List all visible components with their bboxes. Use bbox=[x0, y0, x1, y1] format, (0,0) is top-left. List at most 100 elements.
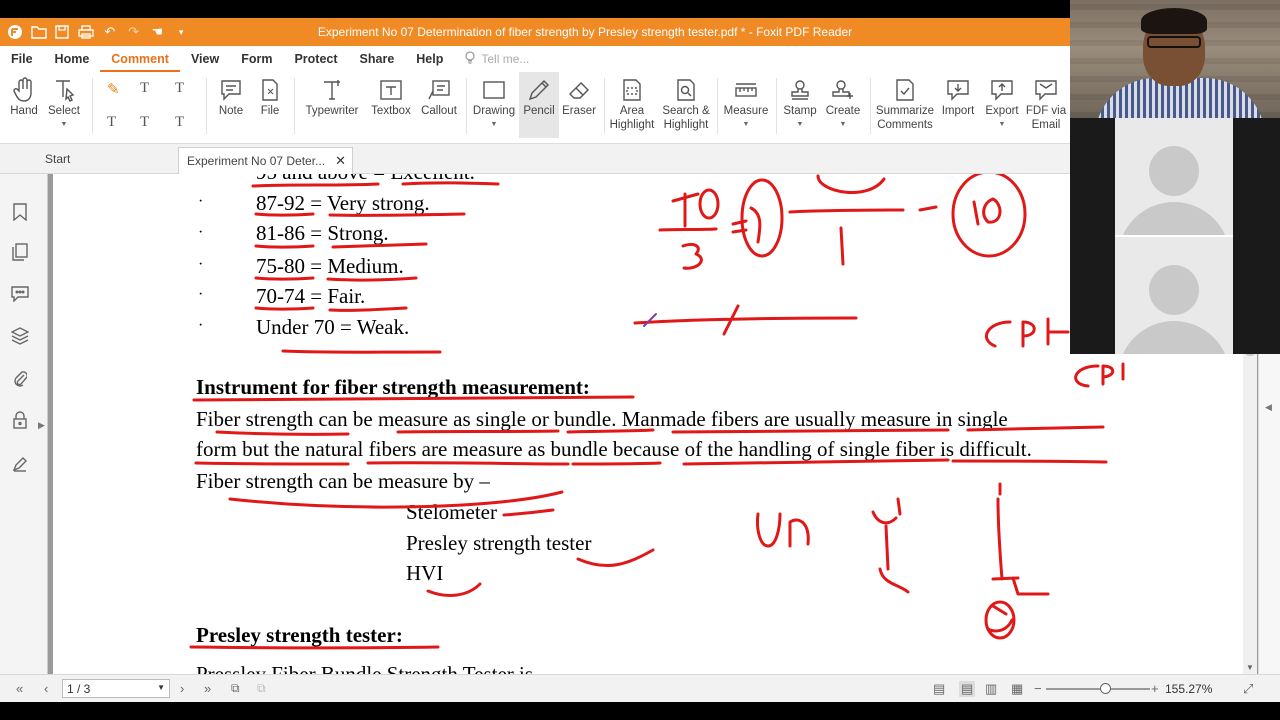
first-page-icon[interactable]: « bbox=[16, 681, 23, 696]
next-page-icon[interactable]: › bbox=[180, 681, 184, 696]
tab-form[interactable]: Form bbox=[230, 46, 283, 72]
continuous-facing-icon[interactable]: ▦ bbox=[1011, 681, 1023, 697]
squiggly-text-icon[interactable]: T bbox=[107, 114, 116, 131]
callout-icon bbox=[427, 76, 451, 104]
fdf-email-icon bbox=[1034, 76, 1058, 104]
stamp-button[interactable]: Stamp ▼ bbox=[780, 76, 820, 132]
ruler-icon bbox=[734, 76, 758, 104]
facing-pages-icon[interactable]: ▥ bbox=[985, 681, 997, 697]
insert-text-icon[interactable]: T bbox=[175, 114, 184, 131]
tab-home[interactable]: Home bbox=[44, 46, 101, 72]
save-icon[interactable] bbox=[54, 23, 72, 41]
replace-text-icon[interactable]: T bbox=[140, 114, 149, 131]
signature-icon[interactable] bbox=[10, 454, 30, 474]
ribbon-toolbar: Hand Select ▼ ✎ T T T T T Note File Type… bbox=[0, 72, 1070, 144]
summarize-comments-button[interactable]: Summarize Comments bbox=[874, 76, 936, 132]
bookmark-icon[interactable] bbox=[10, 202, 30, 222]
last-page-icon[interactable]: » bbox=[204, 681, 211, 696]
top-black-band bbox=[0, 0, 1070, 18]
textbox-button[interactable]: Textbox bbox=[368, 76, 414, 118]
zoom-level[interactable]: 155.27% bbox=[1165, 682, 1212, 696]
hand-button[interactable]: Hand bbox=[8, 76, 40, 118]
continuous-page-icon[interactable]: ▤ bbox=[959, 681, 976, 697]
file-attachment-button[interactable]: File bbox=[254, 76, 286, 118]
ribbon-separator bbox=[604, 78, 605, 134]
typewriter-button[interactable]: Typewriter bbox=[302, 76, 362, 118]
grade-row-strong: 81-86 = Strong. bbox=[256, 221, 389, 245]
zoom-in-icon[interactable]: + bbox=[1151, 681, 1159, 696]
print-icon[interactable] bbox=[77, 23, 95, 41]
heading-instrument: Instrument for fiber strength measuremen… bbox=[196, 375, 590, 399]
instrument-hvi: HVI bbox=[406, 561, 444, 585]
note-button[interactable]: Note bbox=[214, 76, 248, 118]
measure-caret-icon: ▼ bbox=[742, 121, 750, 128]
single-page-icon[interactable]: ▤ bbox=[933, 681, 945, 697]
tab-file[interactable]: File bbox=[0, 46, 44, 72]
paragraph-line-1: Fiber strength can be measure as single … bbox=[196, 407, 1008, 431]
grade-row-weak: Under 70 = Weak. bbox=[256, 315, 410, 339]
zoom-slider[interactable] bbox=[1046, 688, 1150, 690]
create-stamp-button[interactable]: Create ▼ bbox=[822, 76, 864, 132]
select-button[interactable]: Select ▼ bbox=[46, 76, 82, 132]
tab-view[interactable]: View bbox=[180, 46, 230, 72]
redo-icon[interactable]: ↷ bbox=[125, 23, 143, 41]
attachments-icon[interactable] bbox=[10, 368, 30, 388]
zoom-slider-knob[interactable] bbox=[1100, 683, 1111, 694]
tab-active-document[interactable]: Experiment No 07 Deter... ✕ bbox=[178, 147, 353, 174]
summarize-icon bbox=[894, 76, 916, 104]
quick-access-dropdown-icon[interactable]: ▾ bbox=[172, 23, 190, 41]
measure-button[interactable]: Measure ▼ bbox=[722, 76, 770, 132]
pdf-page[interactable]: · 95 and above = Excellent. · 87-92 = Ve… bbox=[53, 174, 1243, 674]
fullscreen-icon[interactable]: ⤢ bbox=[1243, 681, 1253, 697]
scroll-down-icon[interactable]: ▼ bbox=[1246, 663, 1254, 672]
tab-help[interactable]: Help bbox=[405, 46, 454, 72]
pages-icon[interactable] bbox=[10, 242, 30, 262]
list-bullet: · bbox=[198, 224, 204, 241]
highlight-pen-icon[interactable]: ✎ bbox=[107, 80, 120, 98]
extract-page-icon[interactable]: ⧉ bbox=[257, 681, 266, 696]
import-button[interactable]: Import bbox=[938, 76, 978, 118]
open-folder-icon[interactable] bbox=[30, 23, 48, 41]
grade-row-fair: 70-74 = Fair. bbox=[256, 284, 366, 308]
close-tab-icon[interactable]: ✕ bbox=[335, 153, 346, 169]
page-dropdown-icon[interactable]: ▼ bbox=[157, 683, 165, 692]
security-lock-icon[interactable] bbox=[10, 410, 30, 430]
grade-row-excellent: 95 and above = Excellent. bbox=[256, 174, 475, 185]
underline-text-icon[interactable]: T bbox=[175, 80, 184, 97]
zoom-out-icon[interactable]: − bbox=[1034, 681, 1042, 696]
expand-panel-icon[interactable]: ▶ bbox=[38, 420, 45, 431]
tab-protect[interactable]: Protect bbox=[283, 46, 348, 72]
callout-button[interactable]: Callout bbox=[420, 76, 458, 118]
bottom-black-band bbox=[0, 702, 1280, 720]
ribbon-separator bbox=[92, 78, 93, 134]
tell-me-placeholder: Tell me... bbox=[481, 52, 530, 66]
undo-icon[interactable]: ↶ bbox=[101, 23, 119, 41]
search-highlight-button[interactable]: Search & Highlight bbox=[660, 76, 712, 132]
navigation-panel: ▶ bbox=[0, 174, 48, 674]
tab-start[interactable]: Start bbox=[45, 152, 70, 166]
area-highlight-button[interactable]: Area Highlight bbox=[608, 76, 656, 132]
video-panel-background bbox=[1233, 118, 1280, 354]
list-bullet: · bbox=[198, 256, 204, 273]
strikethrough-text-icon[interactable]: T bbox=[140, 80, 149, 97]
rotate-view-icon[interactable]: ⧉ bbox=[231, 681, 240, 696]
previous-page-icon[interactable]: ‹ bbox=[44, 681, 48, 696]
presenter-video-feed bbox=[1070, 0, 1280, 118]
fdf-via-email-button[interactable]: FDF via Email bbox=[1024, 76, 1068, 132]
comments-icon[interactable] bbox=[10, 284, 30, 304]
drawing-caret-icon: ▼ bbox=[490, 121, 498, 128]
eraser-button[interactable]: Eraser bbox=[561, 76, 597, 118]
export-button[interactable]: Export ▼ bbox=[982, 76, 1022, 132]
status-bar: « ‹ 1 / 3 ▼ › » ⧉ ⧉ ▤ ▤ ▥ ▦ − + 155.27% … bbox=[0, 674, 1280, 702]
drawing-button[interactable]: Drawing ▼ bbox=[472, 76, 516, 132]
stamp-caret-icon: ▼ bbox=[796, 121, 804, 128]
collapse-right-panel-icon[interactable]: ◀ bbox=[1265, 402, 1272, 413]
hand-tool-quick-icon[interactable]: ☚ bbox=[149, 23, 167, 41]
tab-comment[interactable]: Comment bbox=[100, 46, 180, 72]
stamp-icon bbox=[789, 76, 811, 104]
tell-me-search[interactable]: Tell me... bbox=[464, 50, 530, 68]
page-number-input[interactable]: 1 / 3 ▼ bbox=[62, 679, 170, 698]
tab-share[interactable]: Share bbox=[349, 46, 406, 72]
pencil-button[interactable]: Pencil bbox=[519, 72, 559, 138]
layers-icon[interactable] bbox=[10, 326, 30, 346]
